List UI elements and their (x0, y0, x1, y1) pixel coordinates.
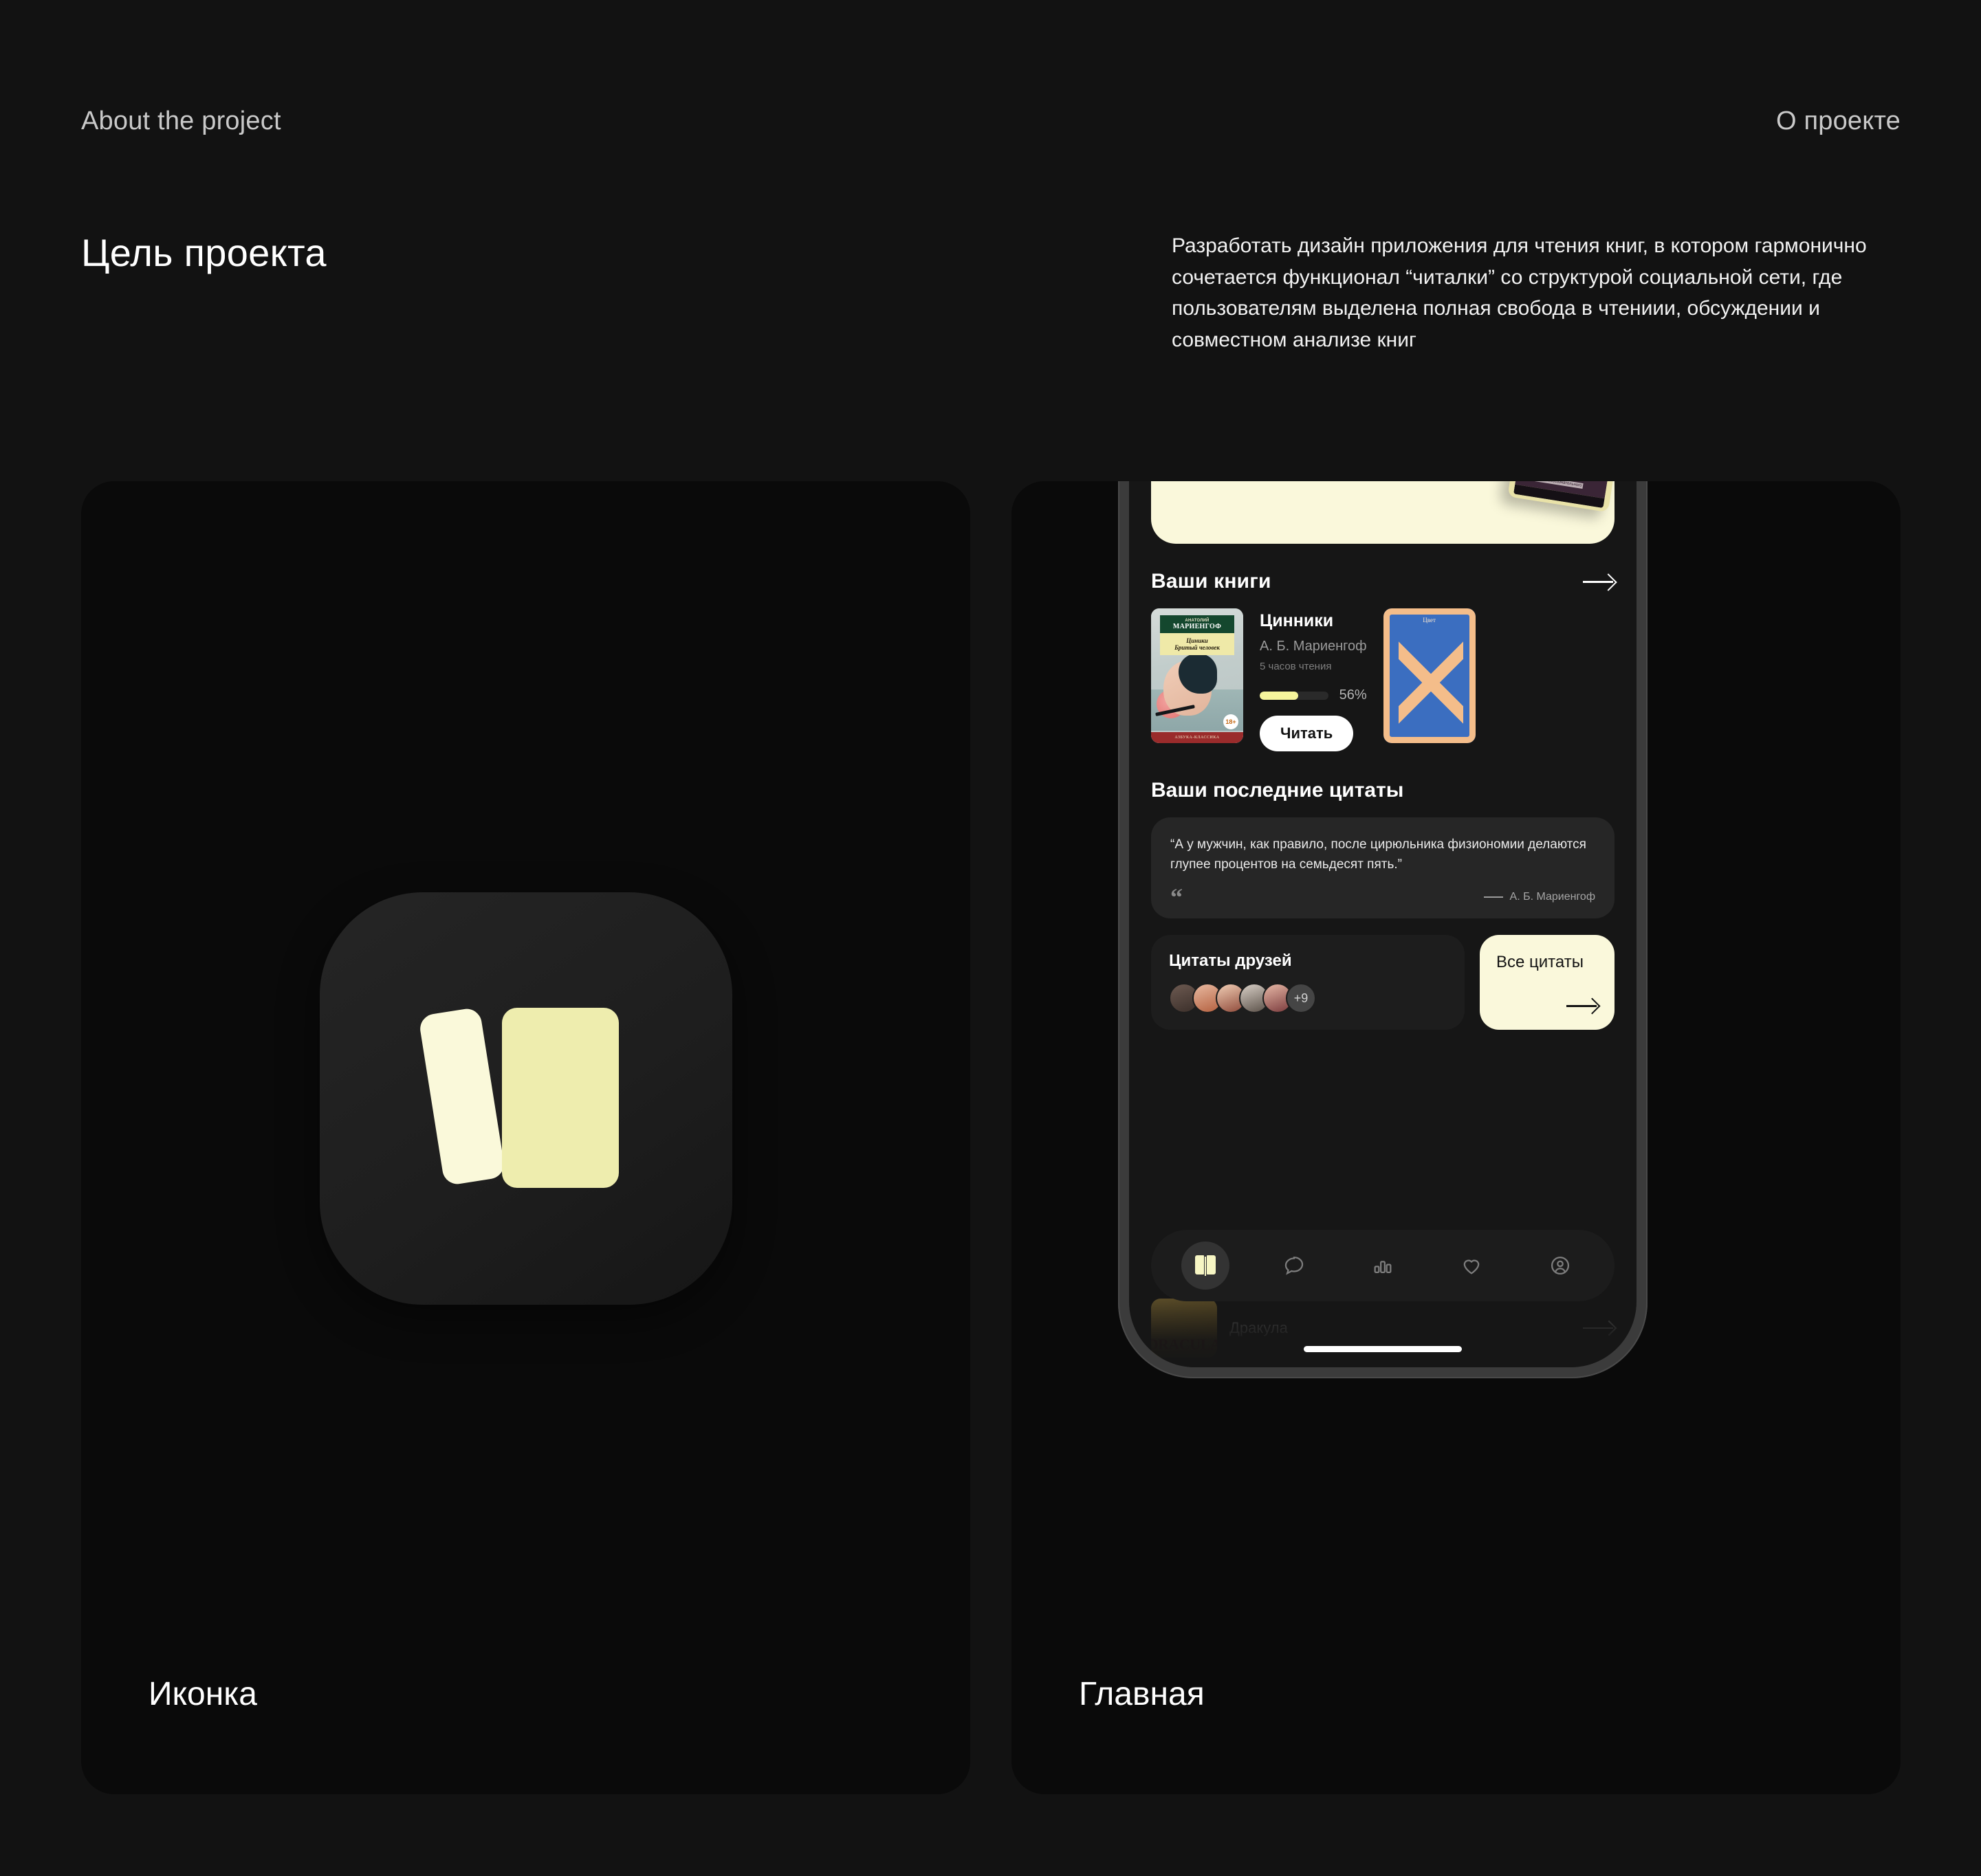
page-title: Цель проекта (81, 231, 327, 274)
progress-label: 56% (1339, 687, 1367, 703)
read-button[interactable]: Читать (1260, 716, 1354, 751)
friends-quotes-title: Цитаты друзей (1169, 951, 1292, 970)
app-icon (319, 892, 732, 1305)
book-title: Цинники (1260, 611, 1334, 630)
cover-title-1: Циники (1186, 637, 1208, 644)
nav-item-profile[interactable] (1536, 1242, 1584, 1290)
nav-item-favorites[interactable] (1447, 1242, 1496, 1290)
quotes-actions-row: Цитаты друзей +9 Все цитаты (1151, 935, 1615, 1030)
chat-bubble-icon (1284, 1256, 1303, 1275)
quote-mark-icon: “ (1170, 883, 1183, 911)
arrow-right-icon (1566, 998, 1598, 1013)
book-info: Цинники А. Б. Мариенгоф 5 часов чтения 5… (1260, 608, 1367, 751)
next-book-title: Цвет (1423, 617, 1436, 624)
friends-quotes-card[interactable]: Цитаты друзей +9 (1151, 935, 1465, 1030)
nav-item-stats[interactable] (1359, 1242, 1407, 1290)
next-book-cover[interactable]: Цвет (1383, 608, 1476, 743)
phone-card-label: Главная (1079, 1676, 1205, 1712)
book-author: А. Б. Мариенгоф (1260, 639, 1367, 654)
app-icon-wrapper (319, 892, 732, 1305)
quote-author: А. Б. Мариенгоф (1484, 891, 1595, 903)
intro-paragraph: Разработать дизайн приложения для чтения… (1172, 234, 1867, 351)
page-header: About the project О проекте (81, 107, 1901, 136)
phone-frame: 9:41 (1118, 481, 1648, 1378)
avatar-overflow-count: +9 (1286, 983, 1316, 1013)
intro-section: Цель проекта Разработать дизайн приложен… (81, 230, 1901, 355)
bar-chart-icon (1374, 1261, 1392, 1274)
quotes-section-title: Ваши последние цитаты (1151, 779, 1404, 802)
phone-screen: 9:41 (1129, 481, 1637, 1367)
greeting-card[interactable]: Добрый день, Oganes! Присоединяйтесь к п… (1151, 481, 1631, 544)
phone-showcase-card: 9:41 (1011, 481, 1901, 1794)
arrow-right-icon[interactable] (1583, 573, 1615, 590)
icon-card-label: Иконка (149, 1676, 257, 1712)
cover-author-name: МАРИЕНГОФ (1172, 622, 1222, 630)
books-section-header: Ваши книги (1151, 570, 1615, 593)
progress-fill (1260, 691, 1298, 700)
dracula-title: Дракула (1229, 1319, 1288, 1336)
page-root: About the project О проекте Цель проекта… (0, 0, 1981, 1876)
book-card[interactable]: АНАТОЛИЙ МАРИЕНГОФ Циники Бритый человек… (1151, 608, 1367, 751)
book-cover-image: АНАТОЛИЙ МАРИЕНГОФ Циники Бритый человек… (1151, 608, 1243, 743)
user-circle-icon (1551, 1256, 1570, 1275)
cover-title-2: Бритый человек (1174, 644, 1220, 651)
heart-icon (1463, 1259, 1480, 1274)
dracula-cover-text: DRACULA (1151, 1336, 1217, 1353)
cover-publisher: АЗБУКА-КЛАССИКА (1174, 736, 1220, 740)
quote-text: “А у мужчин, как правило, после цирюльни… (1170, 837, 1586, 872)
icon-showcase-card: Иконка (81, 481, 970, 1794)
book-spine-icon (417, 1006, 506, 1187)
showcase-cards: Иконка 9:41 (81, 481, 1901, 1794)
books-section-title: Ваши книги (1151, 570, 1271, 593)
nav-item-discussions[interactable] (1270, 1242, 1318, 1290)
nav-item-library[interactable] (1181, 1242, 1229, 1290)
greeting-book-cover: N КАРЛ ГУСТАВ ЮНГ О психологии бессознат… (1507, 481, 1631, 513)
quote-card[interactable]: “А у мужчин, как правило, после цирюльни… (1151, 817, 1615, 918)
book-cover-icon (501, 1007, 619, 1188)
open-book-icon (1194, 1255, 1216, 1276)
all-quotes-title: Все цитаты (1496, 953, 1584, 971)
book-reading-time: 5 часов чтения (1260, 661, 1332, 672)
header-right-label: О проекте (1775, 107, 1901, 135)
progress-track (1260, 691, 1328, 700)
all-quotes-card[interactable]: Все цитаты (1480, 935, 1615, 1030)
home-indicator (1304, 1346, 1462, 1352)
arrow-right-icon[interactable] (1583, 1321, 1615, 1336)
books-carousel[interactable]: АНАТОЛИЙ МАРИЕНГОФ Циники Бритый человек… (1151, 608, 1615, 751)
age-rating-badge: 18+ (1223, 714, 1238, 729)
reading-progress: 56% (1260, 687, 1367, 703)
header-left-label: About the project (81, 107, 281, 135)
bottom-nav (1151, 1230, 1615, 1301)
quote-footer: “ А. Б. Мариенгоф (1170, 883, 1595, 911)
friends-avatars: +9 (1169, 983, 1447, 1013)
dracula-cover: DRACULA (1151, 1299, 1217, 1358)
